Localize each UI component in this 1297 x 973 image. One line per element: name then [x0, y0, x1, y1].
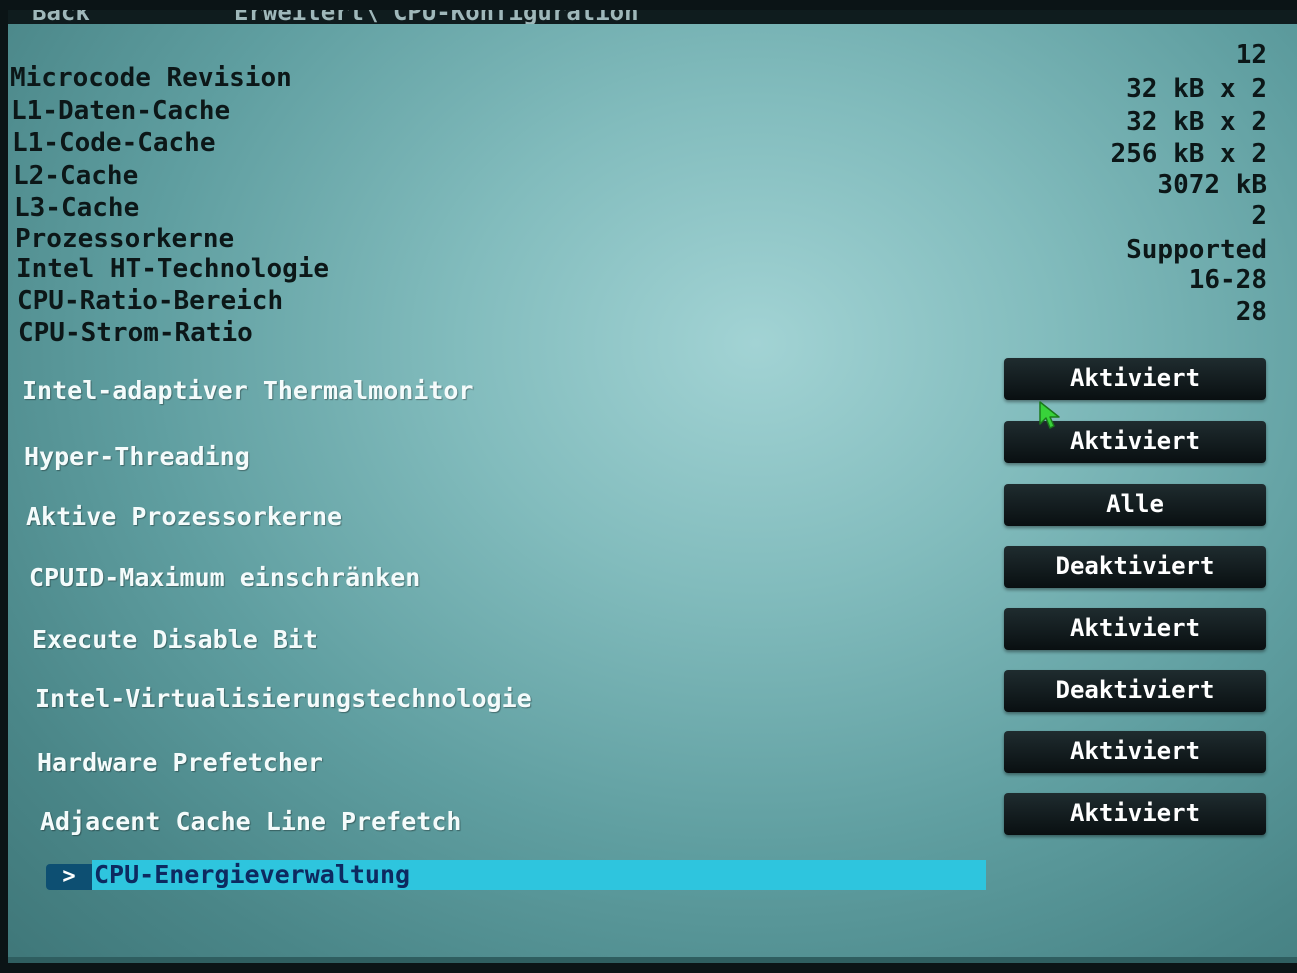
- setting-label-virtualization[interactable]: Intel-Virtualisierungstechnologie: [35, 684, 532, 714]
- setting-value-cpuid-limit[interactable]: Deaktiviert: [1004, 546, 1266, 588]
- info-label-processor-cores: Prozessorkerne: [15, 224, 235, 254]
- info-value-row-2: 32 kB x 2: [1126, 107, 1267, 137]
- setting-value-hardware-prefetcher[interactable]: Aktiviert: [1004, 731, 1266, 773]
- info-label-cpu-ratio-range: CPU-Ratio-Bereich: [17, 286, 284, 316]
- setting-label-adjacent-prefetch[interactable]: Adjacent Cache Line Prefetch: [40, 807, 461, 837]
- bottom-strip: [8, 957, 1297, 963]
- setting-label-hyper-threading[interactable]: Hyper-Threading: [24, 442, 250, 472]
- submenu-label: CPU-Energieverwaltung: [94, 860, 411, 889]
- setting-value-execute-disable-bit[interactable]: Aktiviert: [1004, 608, 1266, 650]
- info-value-row-4: 3072 kB: [1157, 170, 1267, 200]
- info-label-l1-data-cache: L1-Daten-Cache: [11, 96, 231, 126]
- breadcrumb: Erweitert\ CPU-Konfiguration: [234, 10, 639, 24]
- setting-label-cpuid-limit[interactable]: CPUID-Maximum einschränken: [29, 563, 420, 593]
- setting-label-active-cores[interactable]: Aktive Prozessorkerne: [26, 502, 342, 532]
- setting-label-thermal-monitor[interactable]: Intel-adaptiver Thermalmonitor: [22, 376, 474, 406]
- setting-value-virtualization[interactable]: Deaktiviert: [1004, 670, 1266, 712]
- setting-value-adjacent-prefetch[interactable]: Aktiviert: [1004, 793, 1266, 835]
- submenu-cpu-power-management[interactable]: > CPU-Energieverwaltung: [46, 860, 986, 890]
- bios-screen: Back Erweitert\ CPU-Konfiguration Microc…: [8, 10, 1297, 963]
- back-button[interactable]: Back: [32, 10, 90, 24]
- submenu-highlight-bar[interactable]: CPU-Energieverwaltung: [92, 860, 986, 890]
- info-value-row-6: Supported: [1126, 235, 1267, 265]
- setting-label-hardware-prefetcher[interactable]: Hardware Prefetcher: [37, 748, 323, 778]
- info-value-row-5: 2: [1251, 201, 1267, 231]
- setting-value-thermal-monitor[interactable]: Aktiviert: [1004, 358, 1266, 400]
- info-value-row-8: 28: [1235, 297, 1267, 327]
- setting-value-active-cores[interactable]: Alle: [1004, 484, 1266, 526]
- info-value-row-7: 16-28: [1188, 265, 1267, 295]
- info-label-microcode-revision: Microcode Revision: [10, 63, 292, 93]
- info-value-row-0: 12: [1235, 40, 1267, 70]
- info-label-l2-cache: L2-Cache: [13, 161, 139, 191]
- info-value-row-1: 32 kB x 2: [1126, 74, 1267, 104]
- info-label-l3-cache: L3-Cache: [14, 193, 140, 223]
- top-navigation-bar: Back Erweitert\ CPU-Konfiguration: [8, 10, 1297, 24]
- info-label-l1-code-cache: L1-Code-Cache: [12, 128, 216, 158]
- info-label-cpu-power-ratio: CPU-Strom-Ratio: [18, 318, 253, 348]
- info-label-ht-technology: Intel HT-Technologie: [16, 254, 330, 284]
- info-value-row-3: 256 kB x 2: [1110, 139, 1267, 169]
- submenu-arrow-icon: >: [46, 864, 92, 890]
- mouse-pointer-icon: [1039, 401, 1060, 429]
- setting-label-execute-disable-bit[interactable]: Execute Disable Bit: [32, 625, 318, 655]
